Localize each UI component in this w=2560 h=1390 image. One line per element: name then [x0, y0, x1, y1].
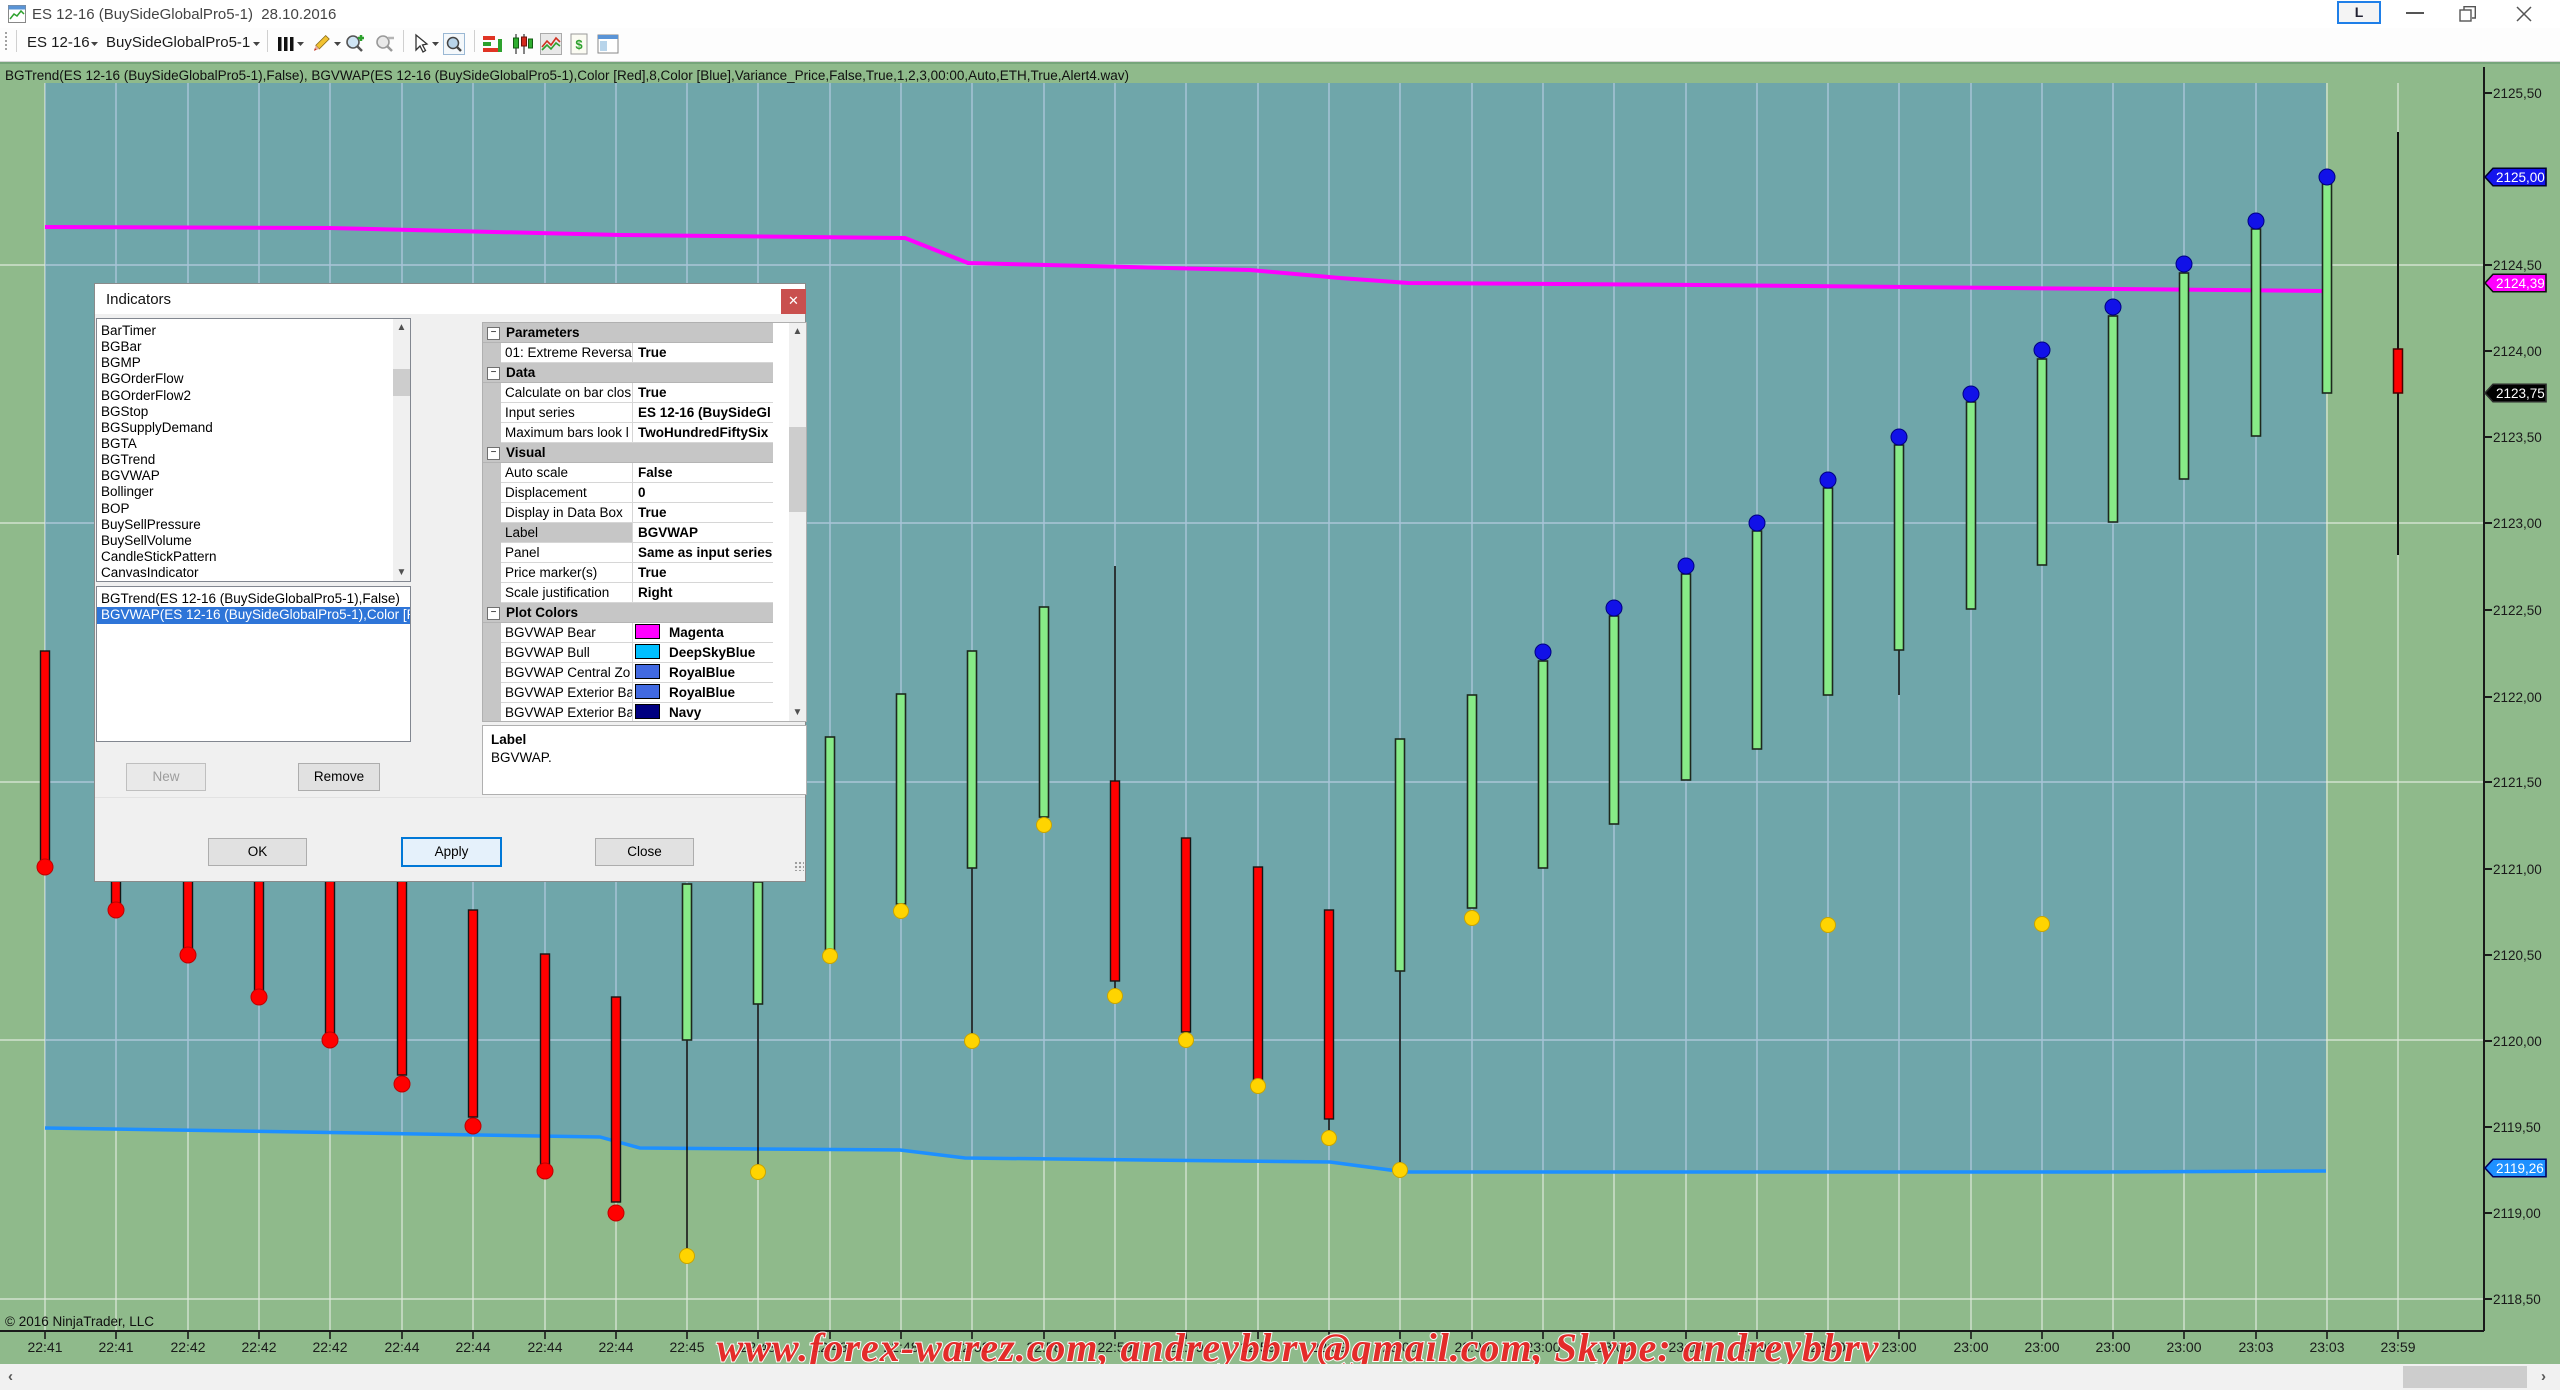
- svg-text:2119,26: 2119,26: [2496, 1161, 2544, 1176]
- svg-text:22:44: 22:44: [527, 1339, 562, 1355]
- svg-text:$: $: [575, 37, 583, 52]
- svg-text:2123,75: 2123,75: [2496, 386, 2545, 401]
- svg-text:23:59: 23:59: [2380, 1339, 2415, 1355]
- svg-text:2124,50: 2124,50: [2493, 258, 2542, 273]
- svg-text:2119,00: 2119,00: [2493, 1206, 2541, 1221]
- svg-text:2121,00: 2121,00: [2493, 862, 2542, 877]
- svg-text:2125,00: 2125,00: [2496, 170, 2545, 185]
- svg-text:2120,00: 2120,00: [2493, 1034, 2542, 1049]
- svg-text:23:00: 23:00: [1953, 1339, 1988, 1355]
- svg-text:22:44: 22:44: [384, 1339, 419, 1355]
- svg-text:2120,50: 2120,50: [2493, 948, 2542, 963]
- svg-text:23:00: 23:00: [1881, 1339, 1916, 1355]
- svg-text:22:42: 22:42: [170, 1339, 205, 1355]
- svg-text:2123,50: 2123,50: [2493, 430, 2542, 445]
- svg-text:2122,50: 2122,50: [2493, 603, 2542, 618]
- svg-text:22:45: 22:45: [669, 1339, 704, 1355]
- svg-text:2124,39: 2124,39: [2496, 276, 2545, 291]
- svg-text:22:42: 22:42: [312, 1339, 347, 1355]
- svg-text:2125,50: 2125,50: [2493, 86, 2542, 101]
- svg-text:© 2016 NinjaTrader, LLC: © 2016 NinjaTrader, LLC: [5, 1314, 154, 1329]
- svg-text:23:00: 23:00: [2024, 1339, 2059, 1355]
- svg-text:2123,00: 2123,00: [2493, 516, 2542, 531]
- svg-text:23:03: 23:03: [2238, 1339, 2273, 1355]
- svg-text:22:41: 22:41: [98, 1339, 133, 1355]
- svg-text:BGTrend(ES 12-16 (BuySideGloba: BGTrend(ES 12-16 (BuySideGlobalPro5-1),F…: [5, 68, 1129, 83]
- svg-text:2122,00: 2122,00: [2493, 690, 2542, 705]
- svg-text:22:44: 22:44: [598, 1339, 633, 1355]
- svg-text:23:00: 23:00: [2166, 1339, 2201, 1355]
- svg-text:22:41: 22:41: [27, 1339, 62, 1355]
- svg-text:23:03: 23:03: [2309, 1339, 2344, 1355]
- svg-text:22:44: 22:44: [455, 1339, 490, 1355]
- svg-text:2118,50: 2118,50: [2493, 1292, 2541, 1307]
- svg-text:2121,50: 2121,50: [2493, 775, 2542, 790]
- svg-text:2124,00: 2124,00: [2493, 344, 2542, 359]
- svg-text:22:42: 22:42: [241, 1339, 276, 1355]
- svg-text:23:00: 23:00: [2095, 1339, 2130, 1355]
- svg-text:2119,50: 2119,50: [2493, 1120, 2541, 1135]
